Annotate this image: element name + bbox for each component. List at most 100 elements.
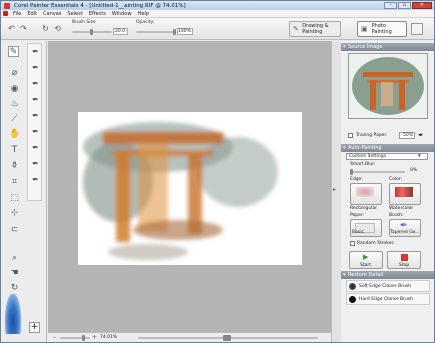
current-color-swatch[interactable] xyxy=(5,294,21,334)
redo-icon[interactable]: ↷ xyxy=(19,24,28,33)
zoom-in-icon[interactable]: + xyxy=(92,334,97,341)
painting-image xyxy=(83,122,278,260)
brush-preset-icon[interactable]: ✒ xyxy=(30,158,41,169)
edge-label: Edge: xyxy=(350,177,363,182)
brush-size-slider-knob[interactable] xyxy=(90,29,93,35)
canvas-area[interactable] xyxy=(48,41,331,332)
color-selector[interactable] xyxy=(389,183,421,205)
minimize-button[interactable]: – xyxy=(384,2,397,9)
paper-label: Paper: xyxy=(350,213,365,218)
menu-file[interactable]: File xyxy=(10,11,24,17)
start-button[interactable]: ▶ Start xyxy=(349,251,383,269)
brush-preset-icon[interactable]: ✒ xyxy=(30,174,41,185)
eraser-tool-icon[interactable]: ⌀ xyxy=(9,68,20,79)
hard-edge-cloner-option[interactable]: Hard Edge Cloner Brush xyxy=(346,293,430,305)
start-button-label: Start xyxy=(360,263,371,268)
collapse-arrow-icon[interactable]: ▸ xyxy=(333,186,336,193)
brush-library-button[interactable] xyxy=(411,23,423,35)
zoom-out-icon[interactable]: – xyxy=(53,334,56,341)
menu-effects[interactable]: Effects xyxy=(86,11,109,17)
source-image-thumbnail[interactable] xyxy=(348,53,428,119)
menu-edit[interactable]: Edit xyxy=(24,11,40,17)
edge-selector[interactable] xyxy=(350,183,382,205)
brush-preset-icon[interactable]: ✒ xyxy=(30,62,41,73)
horizontal-scrollbar[interactable] xyxy=(138,335,318,341)
rotate-page-icon[interactable]: ↻ xyxy=(9,283,20,294)
smart-blur-slider[interactable] xyxy=(350,169,405,175)
maximize-button[interactable]: ▫ xyxy=(398,2,411,9)
magnifier-icon[interactable]: ⌕ xyxy=(9,253,20,264)
tracing-opacity-field[interactable]: 50% xyxy=(399,132,415,139)
scroll-thumb[interactable] xyxy=(223,335,231,341)
opacity-slider-knob[interactable] xyxy=(173,29,176,35)
menu-canvas[interactable]: Canvas xyxy=(40,11,64,17)
restore-detail-header[interactable]: Restore Detail xyxy=(341,271,434,279)
undo-icon[interactable]: ↶ xyxy=(7,24,16,33)
soft-brush-icon xyxy=(349,283,356,290)
paper-value: Basic xyxy=(352,230,364,235)
brush-list: ✒ ✒ ✒ ✒ ✒ ✒ ✒ ✒ ✒ xyxy=(27,43,42,201)
title-bar: Corel Painter Essentials 4 - [Untitled-1… xyxy=(1,1,434,10)
crop-tool-icon[interactable]: ⌗ xyxy=(9,177,20,188)
paint-bucket-icon[interactable]: ♨ xyxy=(9,99,20,110)
painter-app-icon xyxy=(4,2,10,9)
brush-preset-icon[interactable]: ✒ xyxy=(30,126,41,137)
brush-size-slider[interactable] xyxy=(72,29,112,35)
zoom-slider-knob[interactable] xyxy=(82,335,85,341)
text-tool-icon[interactable]: T xyxy=(9,145,20,156)
brush-preset-icon[interactable]: ✒ xyxy=(30,46,41,57)
add-brush-button[interactable]: + xyxy=(29,322,40,333)
random-strokes-label: Random Strokes xyxy=(357,241,394,246)
canvas-document[interactable] xyxy=(78,112,302,265)
close-button[interactable]: ✕ xyxy=(412,2,432,9)
menu-help[interactable]: Help xyxy=(135,11,152,17)
menu-select[interactable]: Select xyxy=(64,11,85,17)
stop-button[interactable]: Stop xyxy=(387,251,421,269)
soft-edge-cloner-option[interactable]: Soft Edge Cloner Brush xyxy=(346,280,430,292)
brush-tool-icon[interactable]: ✎ xyxy=(8,46,19,57)
smart-blur-knob[interactable] xyxy=(350,169,353,175)
menu-window[interactable]: Window xyxy=(109,11,135,17)
edge-value: Rectangular xyxy=(350,206,378,211)
stamp-icon[interactable]: ⚱ xyxy=(9,161,20,172)
source-image-header[interactable]: Source Image xyxy=(341,43,434,51)
brush-value: Tapered Go... xyxy=(390,230,420,235)
opacity-field[interactable]: 100% xyxy=(177,28,193,35)
color-preview-icon xyxy=(395,187,413,197)
rect-select-icon[interactable]: ⬚ xyxy=(9,193,20,204)
brush-size-label: Brush Size xyxy=(72,20,96,25)
tracing-paper-checkbox[interactable] xyxy=(348,133,353,138)
brush-variant-icon[interactable]: ↻ xyxy=(41,24,50,33)
smart-blur-label: Smart Blur: xyxy=(350,162,376,167)
app-menu-icon[interactable] xyxy=(3,11,8,16)
menu-bar: File Edit Canvas Select Effects Window H… xyxy=(1,10,434,18)
edge-preview-icon xyxy=(356,187,374,197)
dropper-icon[interactable]: ⟋ xyxy=(9,114,20,125)
grabber-hand-icon[interactable]: ☚ xyxy=(9,268,20,279)
chevron-down-icon[interactable]: ▾ xyxy=(418,153,421,159)
blender-icon[interactable]: ✋ xyxy=(9,129,20,140)
stop-icon xyxy=(401,254,408,261)
opacity-slider[interactable] xyxy=(136,29,176,35)
tab-photo-painting[interactable]: ▣ Photo Painting xyxy=(357,21,407,37)
brush-preset-icon[interactable]: ✒ xyxy=(30,110,41,121)
tracing-opacity-arrow-icon[interactable]: ◂▸ xyxy=(418,132,423,138)
random-strokes-checkbox[interactable] xyxy=(350,241,355,246)
brush-preset-icon[interactable]: ✒ xyxy=(30,142,41,153)
panel-splitter[interactable]: ▸ xyxy=(331,41,341,342)
brush-preset-icon[interactable]: ✒ xyxy=(30,94,41,105)
tab-drawing-painting[interactable]: ✎ Drawing & Painting xyxy=(289,21,341,37)
hard-edge-cloner-label: Hard Edge Cloner Brush xyxy=(359,297,413,302)
lasso-icon[interactable]: ⊂ xyxy=(9,225,20,236)
status-bar: – + 74.01% xyxy=(48,332,331,342)
transform-tool-icon[interactable]: ⊹ xyxy=(9,208,20,219)
brush-size-field[interactable]: 20.0 xyxy=(113,28,128,35)
cloner-tool-icon[interactable]: ◉ xyxy=(9,84,20,95)
tracing-paper-label: Tracing Paper xyxy=(356,133,387,138)
auto-painting-header[interactable]: Auto-Painting xyxy=(341,144,434,152)
reset-tool-icon[interactable]: ⟲ xyxy=(53,24,62,33)
zoom-slider[interactable] xyxy=(60,335,90,341)
preset-dropdown[interactable]: Custom Settings xyxy=(346,153,428,160)
brush-preset-icon[interactable]: ✒ xyxy=(30,78,41,89)
app-window: Corel Painter Essentials 4 - [Untitled-1… xyxy=(0,0,435,343)
